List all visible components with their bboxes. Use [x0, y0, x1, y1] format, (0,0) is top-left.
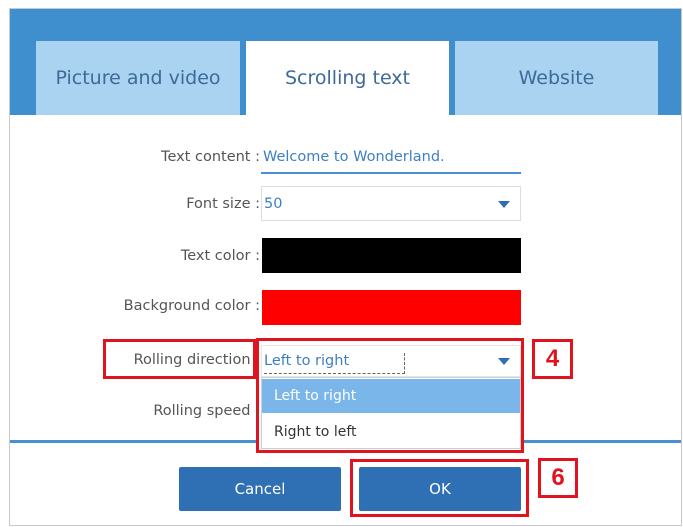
footer-divider-right	[524, 440, 681, 443]
text-content-underline	[261, 172, 521, 174]
font-size-select[interactable]: 50	[261, 186, 521, 221]
ok-button-highlight	[350, 459, 529, 517]
tab-scrolling-text[interactable]: Scrolling text	[246, 41, 449, 115]
text-content-label: Text content :	[161, 149, 260, 165]
font-size-value: 50	[264, 196, 283, 212]
tab-website[interactable]: Website	[455, 41, 658, 115]
font-size-label: Font size :	[186, 196, 260, 212]
rolling-direction-label: Rolling direction :	[133, 352, 260, 368]
tab-bar: Picture and video Scrolling text Website	[10, 9, 681, 115]
text-content-input[interactable]: Welcome to Wonderland.	[263, 149, 445, 165]
text-color-swatch[interactable]	[262, 238, 521, 273]
chevron-down-icon	[498, 201, 510, 208]
background-color-swatch[interactable]	[262, 290, 521, 325]
footer-divider-left	[10, 440, 256, 443]
rolling-speed-label: Rolling speed :	[153, 403, 260, 419]
background-color-label: Background color :	[123, 298, 260, 314]
text-color-label: Text color :	[180, 248, 260, 264]
step-6-callout: 6	[538, 458, 578, 498]
cancel-button[interactable]: Cancel	[179, 467, 341, 511]
page: Picture and video Scrolling text Website…	[0, 0, 683, 527]
tab-picture-and-video[interactable]: Picture and video	[36, 41, 240, 115]
step-4-callout: 4	[532, 339, 573, 379]
dropdown-highlight	[256, 338, 524, 453]
settings-dialog: Picture and video Scrolling text Website…	[9, 8, 682, 526]
